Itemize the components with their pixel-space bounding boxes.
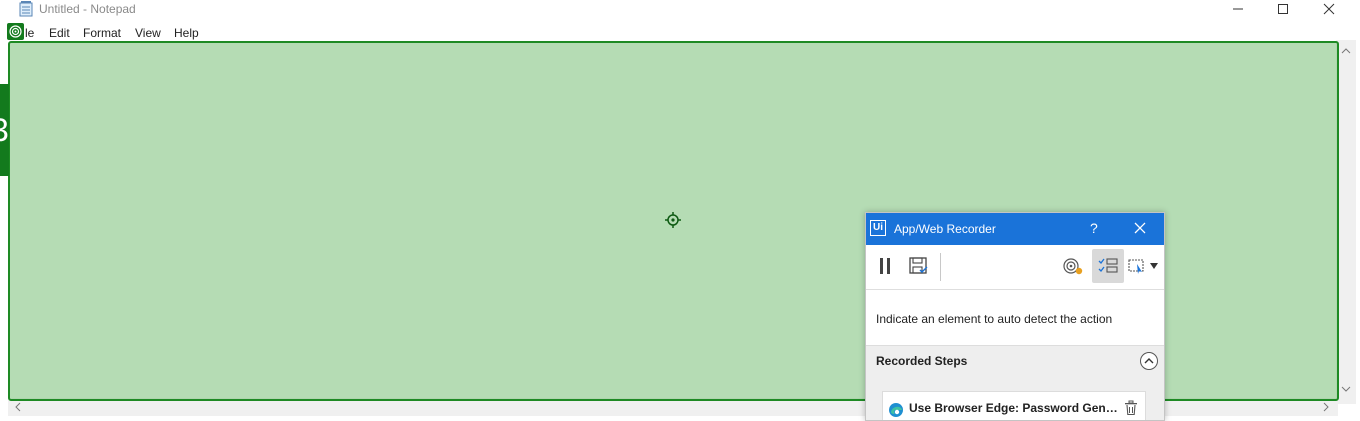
scroll-down-icon[interactable] xyxy=(1341,385,1351,393)
pause-button[interactable] xyxy=(868,249,902,283)
recorder-instruction: Indicate an element to auto detect the a… xyxy=(876,312,1113,326)
close-button[interactable] xyxy=(1306,0,1352,20)
menu-view[interactable]: View xyxy=(135,26,161,40)
recorded-steps-toggle-button[interactable] xyxy=(1092,249,1124,283)
menu-edit[interactable]: Edit xyxy=(49,26,70,40)
app-web-recorder-panel: Ui App/Web Recorder ? Indicate an elemen… xyxy=(865,212,1165,421)
recorded-steps-title: Recorded Steps xyxy=(876,354,968,368)
scroll-up-icon[interactable] xyxy=(1341,47,1351,55)
highlight-side-tab: 3 xyxy=(0,84,9,176)
save-and-exit-button[interactable] xyxy=(902,249,936,283)
crosshair-icon xyxy=(665,212,681,228)
uipath-logo: Ui xyxy=(870,220,886,236)
trash-icon[interactable] xyxy=(1124,400,1138,416)
help-button[interactable]: ? xyxy=(1090,220,1098,236)
list-item[interactable]: Use Browser Edge: Password Genera... xyxy=(882,391,1146,420)
save-icon xyxy=(909,257,928,274)
close-icon xyxy=(1323,3,1335,15)
minimize-icon xyxy=(1233,8,1243,10)
menu-help[interactable]: Help xyxy=(174,26,199,40)
recorded-steps-toggle-icon xyxy=(1098,258,1118,273)
scroll-right-icon[interactable] xyxy=(1322,402,1330,412)
recorder-toolbar xyxy=(866,245,1164,290)
maximize-icon xyxy=(1278,4,1288,14)
scroll-left-icon[interactable] xyxy=(14,402,22,412)
step-label: Use Browser Edge: Password Genera... xyxy=(909,401,1119,415)
edge-browser-icon xyxy=(889,403,903,417)
recorder-title: App/Web Recorder xyxy=(894,222,996,236)
recorded-steps-header: Recorded Steps xyxy=(866,345,1164,376)
screen-capture-dropdown-icon xyxy=(1128,259,1158,274)
vertical-scrollbar[interactable] xyxy=(1336,40,1356,404)
notepad-icon xyxy=(19,1,33,17)
maximize-button[interactable] xyxy=(1260,0,1306,20)
toolbar-separator xyxy=(940,253,941,281)
side-tab-glyph: 3 xyxy=(0,112,9,149)
target-record-icon xyxy=(1063,258,1083,275)
notepad-titlebar: Untitled - Notepad xyxy=(0,0,1360,22)
menu-format[interactable]: Format xyxy=(83,26,121,40)
minimize-button[interactable] xyxy=(1215,0,1261,20)
recorder-close-icon[interactable] xyxy=(1134,222,1146,234)
screen-capture-dropdown-button[interactable] xyxy=(1126,249,1162,283)
pause-icon xyxy=(880,258,890,274)
menu-file[interactable]: le xyxy=(25,26,34,40)
collapse-steps-button[interactable] xyxy=(1140,352,1158,370)
record-target-button[interactable] xyxy=(1056,249,1090,283)
target-badge-icon xyxy=(7,23,24,40)
menu-bar: le Edit Format View Help xyxy=(0,24,1360,42)
window-title: Untitled - Notepad xyxy=(39,2,136,16)
recorded-steps-list: Use Browser Edge: Password Genera... xyxy=(866,375,1164,420)
chevron-up-icon xyxy=(1144,358,1154,364)
recorder-header: Ui App/Web Recorder ? xyxy=(866,213,1164,245)
